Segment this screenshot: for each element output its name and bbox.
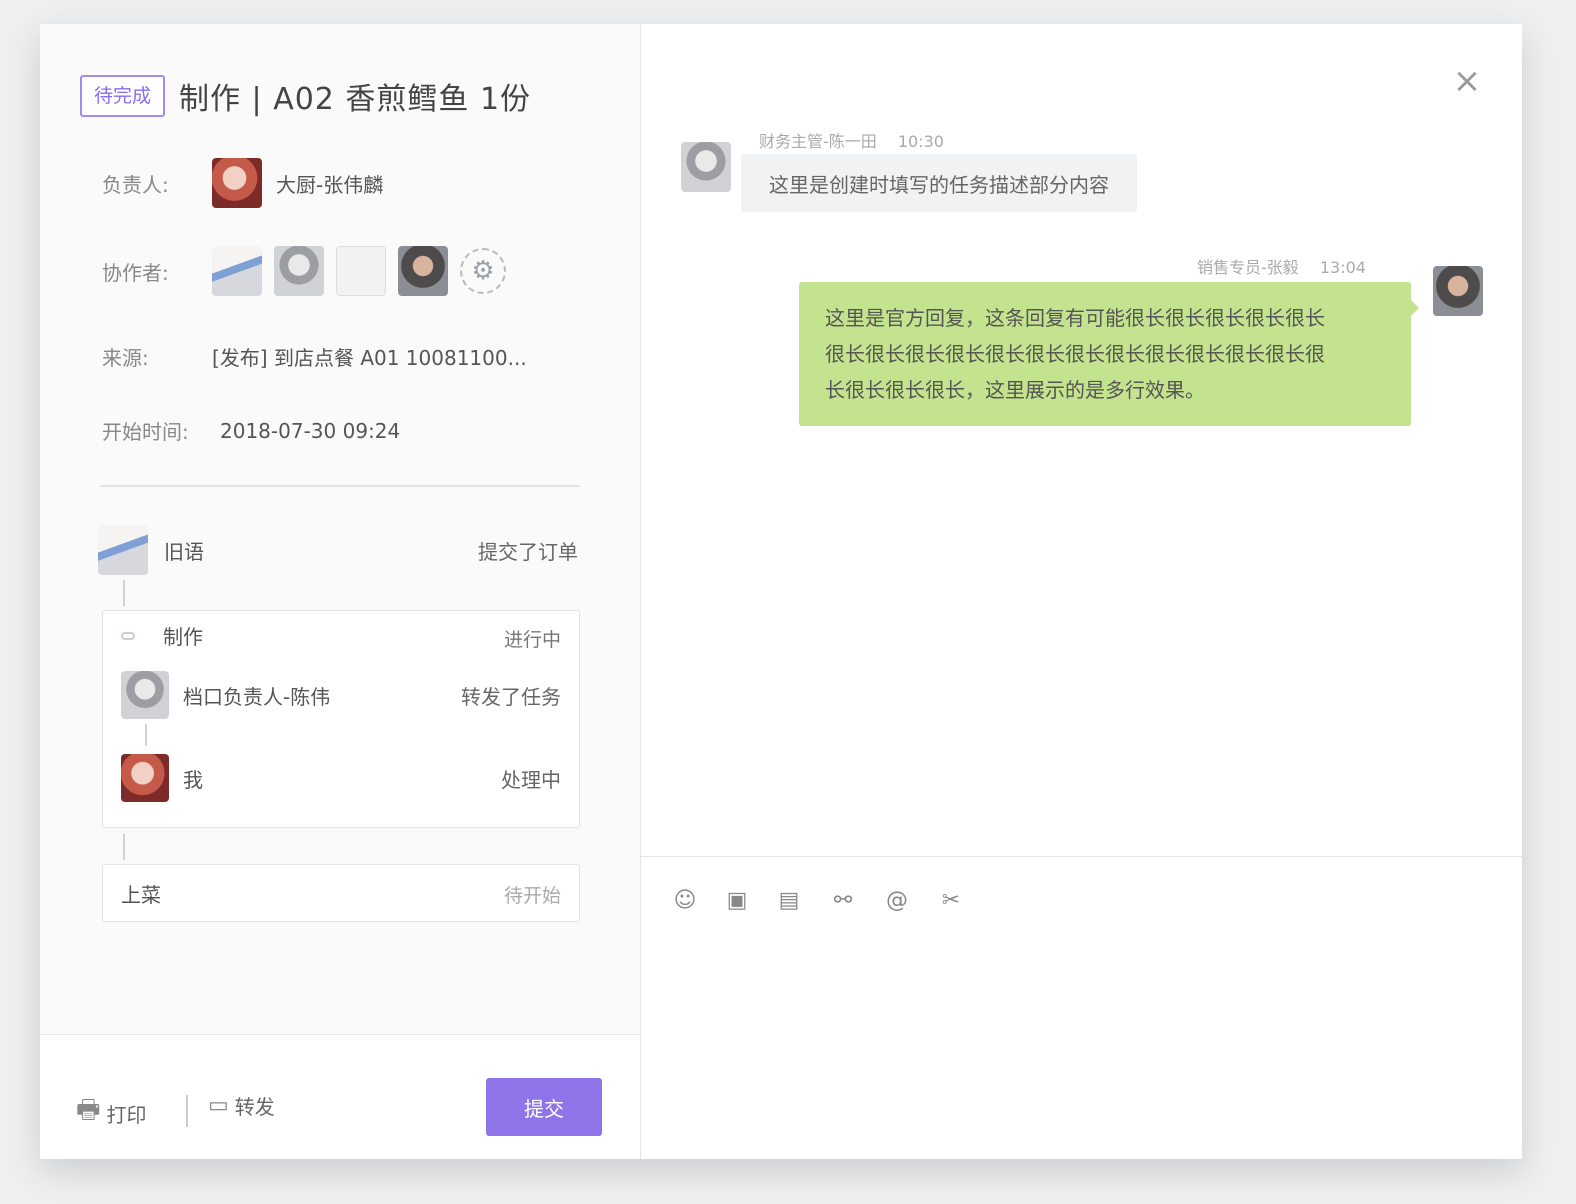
task-info: 待完成 制作 | A02 香煎鳕鱼 1份 负责人: 大厨-张伟麟 协作者: ⚙ [40, 24, 640, 1034]
task-panel: 待完成 制作 | A02 香煎鳕鱼 1份 负责人: 大厨-张伟麟 协作者: ⚙ [40, 24, 641, 1159]
list-item: 档口负责人-陈伟 转发了任务 [121, 671, 561, 719]
timeline-card-serve: 上菜 待开始 [102, 864, 580, 922]
timeline-card-make: 制作 进行中 档口负责人-陈伟 转发了任务 我 处理中 [102, 610, 580, 828]
close-icon[interactable]: × [1450, 64, 1484, 98]
task-footer: 🖶 打印 ▭ 转发 提交 [40, 1034, 640, 1159]
message-time: 13:04 [1319, 258, 1366, 277]
image-icon[interactable]: ▣ [719, 882, 755, 918]
start-time-row: 开始时间: 2018-07-30 09:24 [102, 416, 400, 445]
processing-status: 处理中 [501, 767, 561, 792]
screenshot-icon[interactable]: ✂ [931, 882, 971, 918]
avatar[interactable] [121, 671, 169, 719]
message-line: 长很长很长很长，这里展示的是多行效果。 [825, 378, 1205, 402]
timeline-action: 提交了订单 [478, 539, 578, 564]
at-icon[interactable]: @ [879, 882, 915, 918]
forward-label: 转发 [234, 1095, 275, 1119]
message-meta: 销售专员-张毅 13:04 [1197, 254, 1366, 278]
avatar[interactable] [98, 525, 148, 575]
message-bubble-self: 这里是官方回复，这条回复有可能很长很长很长很长很长 很长很长很长很长很长很长很长… [799, 282, 1419, 426]
collaborator-list: ⚙ [212, 246, 506, 296]
footer-divider [186, 1095, 188, 1127]
print-button[interactable]: 🖶 打印 [76, 1091, 147, 1135]
print-label: 打印 [106, 1102, 147, 1127]
status-badge: 待完成 [80, 75, 166, 117]
avatar[interactable] [274, 246, 324, 296]
source-label: 来源: [102, 346, 149, 370]
divider [100, 485, 580, 487]
collaborators-row: 协作者: ⚙ [102, 246, 506, 296]
source-value[interactable]: [发布] 到店点餐 A01 10081100... [212, 342, 527, 371]
sender-avatar[interactable] [681, 142, 731, 192]
submit-button[interactable]: 提交 [486, 1078, 602, 1136]
sender-name: 财务主管-陈一田 [759, 132, 877, 151]
avatar[interactable] [121, 754, 169, 802]
owner-name: 大厨-张伟麟 [276, 172, 384, 197]
owner-label: 负责人: [102, 172, 169, 197]
owner-avatar[interactable] [212, 158, 262, 208]
source-row: 来源: [发布] 到店点餐 A01 10081100... [102, 342, 527, 371]
forward-button[interactable]: ▭ 转发 [208, 1091, 275, 1120]
timeline-connector [123, 580, 125, 606]
avatar[interactable] [398, 246, 448, 296]
timeline-user-name: 旧语 [164, 539, 204, 564]
forward-icon: ▭ [208, 1093, 229, 1118]
chat-panel: × 财务主管-陈一田 10:30 这里是创建时填写的任务描述部分内容 销售专员-… [641, 24, 1522, 1159]
folder-icon[interactable]: ▤ [771, 882, 807, 918]
task-detail-modal: 待完成 制作 | A02 香煎鳕鱼 1份 负责人: 大厨-张伟麟 协作者: ⚙ [40, 24, 1522, 1159]
avatar[interactable] [212, 246, 262, 296]
sender-name: 销售专员-张毅 [1197, 258, 1299, 277]
owner-row: 负责人: 大厨-张伟麟 [102, 158, 383, 208]
printer-icon: 🖶 [76, 1095, 101, 1125]
self-avatar[interactable] [1433, 266, 1483, 316]
task-title-row: 待完成 制作 | A02 香煎鳕鱼 1份 [80, 72, 531, 120]
card-status: 进行中 [503, 629, 561, 651]
timeline-connector [145, 724, 147, 746]
card-title: 上菜 [121, 883, 161, 907]
collaborators-label: 协作者: [102, 260, 169, 285]
message-meta: 财务主管-陈一田 10:30 [759, 128, 944, 152]
list-item: 我 处理中 [121, 754, 561, 802]
link-icon[interactable]: ⚯ [823, 882, 863, 918]
message-line: 很长很长很长很长很长很长很长很长很长很长很长很长很 [825, 342, 1325, 366]
chat-messages: × 财务主管-陈一田 10:30 这里是创建时填写的任务描述部分内容 销售专员-… [641, 24, 1522, 857]
list-item-action: 转发了任务 [461, 684, 561, 709]
emoji-icon[interactable]: ☺ [667, 882, 703, 918]
message-bubble: 这里是创建时填写的任务描述部分内容 [741, 154, 1137, 212]
start-time-label: 开始时间: [102, 420, 189, 444]
message-text: 这里是创建时填写的任务描述部分内容 [769, 172, 1109, 197]
input-toolbar: ☺ ▣ ▤ ⚯ @ ✂ [667, 882, 971, 918]
message-line: 这里是官方回复，这条回复有可能很长很长很长很长很长 [825, 306, 1325, 330]
list-item-name: 档口负责人-陈伟 [183, 684, 331, 709]
avatar[interactable] [336, 246, 386, 296]
step-dot-icon [121, 631, 135, 640]
timeline-connector [123, 834, 125, 860]
add-collaborator-icon[interactable]: ⚙ [460, 248, 506, 294]
timeline-head: 旧语 提交了订单 [98, 524, 578, 576]
card-title: 制作 [163, 625, 203, 649]
task-title: 制作 | A02 香煎鳕鱼 1份 [179, 82, 532, 117]
list-item-name: 我 [183, 767, 203, 792]
card-header: 制作 [121, 621, 203, 650]
message-time: 10:30 [897, 132, 944, 151]
card-status: 待开始 [503, 885, 561, 907]
start-time-value: 2018-07-30 09:24 [220, 418, 401, 443]
